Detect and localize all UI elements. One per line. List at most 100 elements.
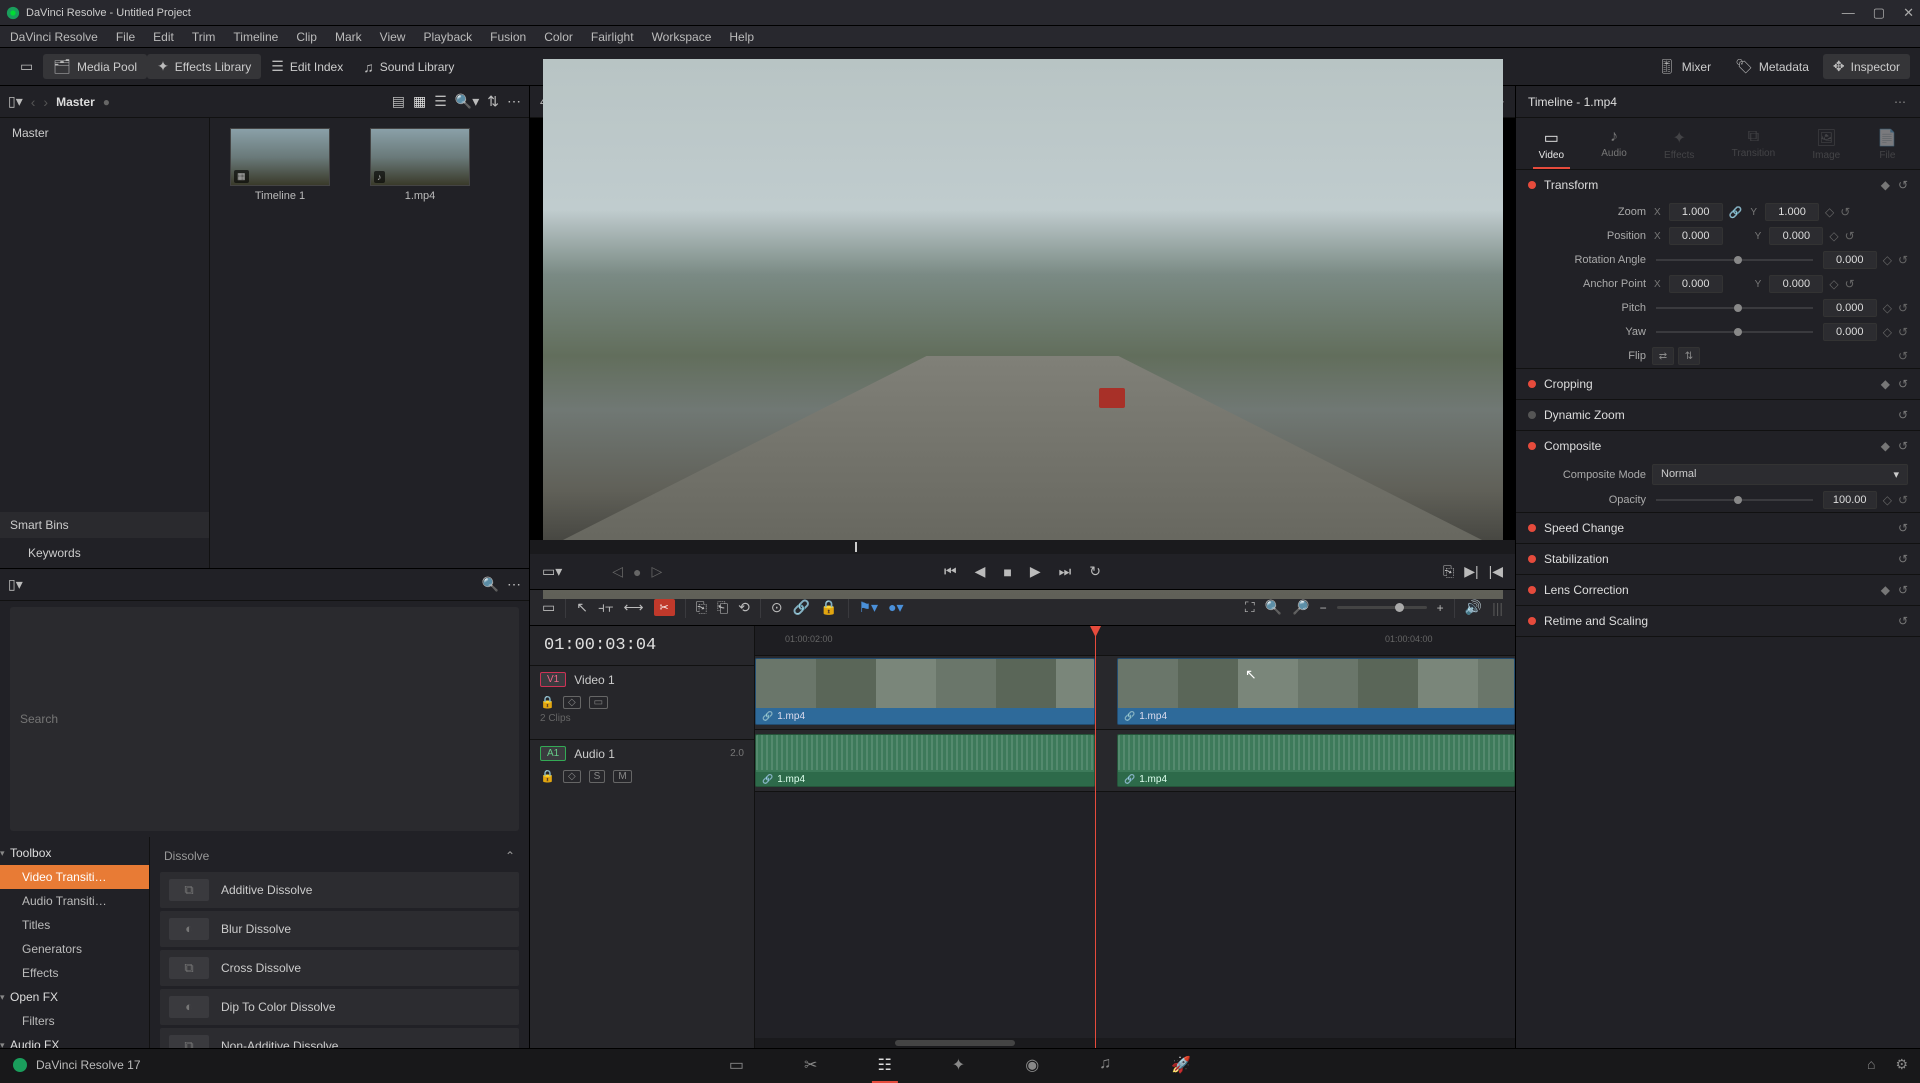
composite-mode-select[interactable]: Normal▾	[1652, 464, 1908, 485]
rotation-input[interactable]	[1823, 251, 1877, 269]
dynamic-trim-icon[interactable]: ⟷	[623, 599, 643, 616]
search-icon[interactable]: 🔍	[482, 576, 499, 593]
section-speed[interactable]: Speed Change↺	[1516, 513, 1920, 543]
insert-icon[interactable]: ⎘	[696, 599, 707, 616]
minimize-icon[interactable]: —	[1842, 5, 1855, 21]
audio-track[interactable]: 1.mp4 1.mp4	[755, 730, 1515, 792]
reset-icon[interactable]: ↺	[1898, 583, 1908, 597]
playhead[interactable]	[1095, 626, 1096, 1048]
enable-dot-icon[interactable]	[1528, 617, 1536, 625]
media-thumb-clip[interactable]: ♪ 1.mp4	[360, 128, 480, 202]
page-media[interactable]: ▭	[729, 1055, 744, 1075]
menu-item[interactable]: Fusion	[490, 30, 526, 44]
layout-button[interactable]: ▭	[10, 54, 43, 79]
menu-item[interactable]: File	[116, 30, 135, 44]
page-color[interactable]: ◉	[1025, 1055, 1039, 1075]
menu-item[interactable]: Workspace	[652, 30, 712, 44]
reset-icon[interactable]: ↺	[1898, 493, 1908, 507]
marker-color-icon[interactable]: ●▾	[888, 599, 903, 616]
menu-item[interactable]: Playback	[423, 30, 472, 44]
lock-icon[interactable]: 🔒	[540, 695, 555, 709]
menu-item[interactable]: Color	[544, 30, 573, 44]
fx-non-additive[interactable]: ⧉Non-Additive Dissolve	[160, 1028, 519, 1049]
page-edit[interactable]: ☷	[877, 1055, 891, 1075]
solo-icon[interactable]: S	[589, 770, 606, 783]
options-icon[interactable]: ⋯	[507, 93, 521, 110]
loop-icon[interactable]: ↻	[1089, 563, 1101, 580]
marker-icon[interactable]: ●	[633, 564, 641, 580]
keywords-bin[interactable]: Keywords	[0, 538, 209, 568]
tree-generators[interactable]: Generators	[0, 937, 149, 961]
media-thumb-timeline[interactable]: ▦ Timeline 1	[220, 128, 340, 202]
section-composite[interactable]: Composite◆↺	[1516, 431, 1920, 461]
pitch-slider[interactable]	[1656, 307, 1813, 309]
menu-item[interactable]: Clip	[296, 30, 317, 44]
settings-icon[interactable]: ⚙	[1895, 1056, 1908, 1073]
mixer-button[interactable]: 🎚Mixer	[1648, 54, 1721, 79]
enable-dot-icon[interactable]	[1528, 586, 1536, 594]
pos-x-input[interactable]	[1669, 227, 1723, 245]
rotation-slider[interactable]	[1656, 259, 1813, 261]
auto-select-icon[interactable]: ◇	[563, 696, 581, 709]
page-cut[interactable]: ✂	[804, 1055, 817, 1075]
yaw-slider[interactable]	[1656, 331, 1813, 333]
snap-icon[interactable]: ⊙	[771, 599, 783, 616]
reset-icon[interactable]: ↺	[1898, 408, 1908, 422]
tab-audio[interactable]: ♪Audio	[1595, 124, 1633, 169]
page-fusion[interactable]: ✦	[952, 1055, 965, 1075]
auto-select-icon[interactable]: ◇	[563, 770, 581, 783]
nav-fwd-icon[interactable]: ›	[43, 94, 48, 110]
tree-openfx[interactable]: Open FX	[0, 985, 149, 1009]
fx-search-input[interactable]	[10, 607, 519, 831]
section-stabilization[interactable]: Stabilization↺	[1516, 544, 1920, 574]
tree-effects[interactable]: Effects	[0, 961, 149, 985]
reset-icon[interactable]: ↺	[1840, 205, 1850, 219]
tree-toolbox[interactable]: Toolbox	[0, 841, 149, 865]
next-edit-icon[interactable]: ▷	[652, 563, 663, 580]
prev-edit-icon[interactable]: ◁	[612, 563, 623, 580]
match-frame-icon[interactable]: ⎘	[1443, 563, 1454, 580]
tree-video-transitions[interactable]: Video Transiti…	[0, 865, 149, 889]
tab-transition[interactable]: ⧉Transition	[1726, 124, 1782, 169]
zoom-in-icon[interactable]: +	[1437, 601, 1444, 615]
menu-item[interactable]: Fairlight	[591, 30, 634, 44]
reset-icon[interactable]: ↺	[1898, 253, 1908, 267]
section-retime[interactable]: Retime and Scaling↺	[1516, 606, 1920, 636]
menu-item[interactable]: Edit	[153, 30, 174, 44]
timeline-view-icon[interactable]: ▭	[542, 599, 555, 616]
trim-tool-icon[interactable]: ⫞⫟	[598, 599, 613, 616]
yaw-input[interactable]	[1823, 323, 1877, 341]
options-icon[interactable]: ⋯	[507, 576, 521, 593]
replace-icon[interactable]: ⟲	[738, 599, 750, 616]
keyframe-icon[interactable]: ◇	[1883, 493, 1892, 507]
audio-clip[interactable]: 1.mp4	[1117, 734, 1515, 787]
anchor-x-input[interactable]	[1669, 275, 1723, 293]
step-back-icon[interactable]: ◀	[975, 563, 986, 580]
mini-scrubber[interactable]	[530, 540, 1515, 554]
metadata-button[interactable]: 🏷Metadata	[1725, 54, 1819, 79]
audio-track-header[interactable]: A1 Audio 1 2.0 🔒 ◇ S M	[530, 739, 754, 801]
options-icon[interactable]: ⋯	[1894, 95, 1908, 109]
disable-video-icon[interactable]: ▭	[589, 696, 608, 709]
view-metadata-icon[interactable]: ▤	[392, 93, 405, 110]
tab-image[interactable]: 🖼Image	[1806, 124, 1846, 169]
inspector-button[interactable]: ✥Inspector	[1823, 54, 1910, 79]
master-bin[interactable]: Master	[0, 118, 209, 148]
lock-icon[interactable]: 🔒	[820, 599, 837, 616]
reset-icon[interactable]: ↺	[1898, 521, 1908, 535]
view-list-icon[interactable]: ☰	[434, 93, 447, 110]
detail-zoom-icon[interactable]: 🔍	[1265, 599, 1282, 616]
track-badge[interactable]: V1	[540, 672, 566, 687]
pos-y-input[interactable]	[1769, 227, 1823, 245]
close-icon[interactable]: ✕	[1903, 5, 1914, 21]
tree-filters[interactable]: Filters	[0, 1009, 149, 1033]
enable-dot-icon[interactable]	[1528, 555, 1536, 563]
audio-meter-icon[interactable]: 🔊	[1465, 599, 1482, 616]
keyframe-icon[interactable]: ◆	[1881, 439, 1890, 453]
video-clip[interactable]: 1.mp4	[1117, 658, 1515, 725]
enable-dot-icon[interactable]	[1528, 411, 1536, 419]
nav-back-icon[interactable]: ‹	[31, 94, 36, 110]
section-transform[interactable]: Transform ◆↺	[1516, 170, 1920, 200]
effects-library-button[interactable]: ✦ Effects Library	[147, 54, 261, 79]
tab-effects[interactable]: ✦Effects	[1658, 124, 1700, 169]
